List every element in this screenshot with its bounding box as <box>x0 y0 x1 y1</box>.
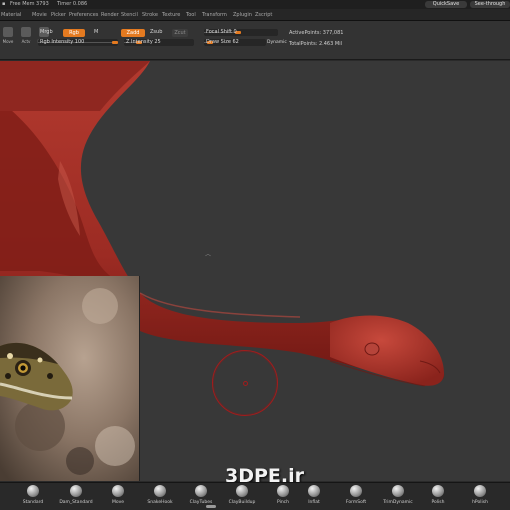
brush-inflat-icon <box>308 485 320 497</box>
quicksave-button[interactable]: QuickSave <box>425 1 467 8</box>
menu-item-material[interactable]: Material <box>1 9 21 21</box>
rgb-intensity-label: Rgb Intensity 100 <box>40 39 85 45</box>
brush-shelf-handle[interactable] <box>206 505 216 508</box>
brush-move[interactable]: Move <box>99 484 137 510</box>
zadd-toggle[interactable]: Zadd <box>121 29 145 37</box>
brush-standard-label: Standard <box>22 500 44 505</box>
menu-item-preferences[interactable]: Preferences <box>69 9 98 21</box>
menu-item-stencil[interactable]: Stencil <box>121 9 138 21</box>
mrgb-toggle[interactable]: Mrgb <box>40 29 53 36</box>
brush-inflat[interactable]: Inflat <box>295 484 333 510</box>
free-mem-readout: Free Mem 3793 <box>10 1 49 7</box>
z-intensity-label: Z Intensity 25 <box>126 39 161 45</box>
dynamic-toggle[interactable]: Dynamic <box>267 39 287 46</box>
zcut-toggle[interactable]: Zcut <box>172 29 188 37</box>
move-tool-label: Move <box>2 39 14 44</box>
brush-claybuildup-icon <box>236 485 248 497</box>
brush-snakehook-icon <box>154 485 166 497</box>
brush-pinch-icon <box>277 485 289 497</box>
brush-cursor-center <box>243 381 248 386</box>
m-toggle[interactable]: M <box>94 29 98 36</box>
zsub-toggle[interactable]: Zsub <box>150 29 162 36</box>
brush-dam-standard-icon <box>70 485 82 497</box>
document-viewport[interactable]: ︿ 3DPE.ir <box>0 61 510 487</box>
menu-item-transform[interactable]: Transform <box>202 9 227 21</box>
draw-size-label: Draw Size 62 <box>206 39 239 45</box>
brush-formsoft-icon <box>350 485 362 497</box>
brush-dam-standard[interactable]: Dam_Standard <box>57 484 95 510</box>
brush-standard-icon <box>27 485 39 497</box>
timer-readout: Timer 0.086 <box>57 1 88 7</box>
menu-item-zscript[interactable]: Zscript <box>255 9 272 21</box>
scale-tool-button[interactable]: Actv <box>18 25 34 47</box>
brush-formsoft-label: FormSoft <box>345 500 367 505</box>
brush-polish[interactable]: Polish <box>419 484 457 510</box>
menu-item-zplugin[interactable]: Zplugin <box>233 9 252 21</box>
brush-snakehook-label: SnakeHook <box>147 500 173 505</box>
menu-item-render[interactable]: Render <box>101 9 119 21</box>
reference-snake-photo <box>0 276 140 481</box>
brush-cursor <box>212 350 278 416</box>
move-icon <box>3 27 13 37</box>
move-tool-button[interactable]: Move <box>0 25 16 47</box>
brush-move-label: Move <box>111 500 125 505</box>
focal-shift-slider[interactable]: Focal Shift 0 <box>204 29 278 36</box>
brush-hpolish-icon <box>474 485 486 497</box>
brush-polish-label: Polish <box>431 500 445 505</box>
brush-claybuildup[interactable]: ClayBuildup <box>223 484 261 510</box>
menu-item-tool[interactable]: Tool <box>186 9 196 21</box>
brush-polish-icon <box>432 485 444 497</box>
rgb-toggle[interactable]: Rgb <box>63 29 85 37</box>
brush-snakehook[interactable]: SnakeHook <box>141 484 179 510</box>
menu-item-texture[interactable]: Texture <box>162 9 180 21</box>
brush-claybuildup-label: ClayBuildup <box>228 500 256 505</box>
brush-claytubes-label: ClayTubes <box>189 500 213 505</box>
brush-inflat-label: Inflat <box>308 500 320 505</box>
rgb-intensity-knob <box>112 41 118 44</box>
focal-shift-label: Focal Shift 0 <box>206 29 237 35</box>
brush-standard[interactable]: Standard <box>14 484 52 510</box>
status-separator: ▪ <box>2 1 6 7</box>
top-shelf: Move Actv Rotate Mrgb Rgb M Zadd Zsub Zc… <box>0 21 510 60</box>
total-points-readout: TotalPoints: 2.463 Mil <box>289 41 342 47</box>
scale-tool-label: Actv <box>21 39 31 44</box>
brush-move-icon <box>112 485 124 497</box>
brush-trimdynamic[interactable]: TrimDynamic <box>379 484 417 510</box>
menu-bar: Material Movie Picker Preferences Render… <box>0 9 510 21</box>
brush-hpolish-label: hPolish <box>472 500 488 505</box>
status-bar: ▪ Free Mem 3793 Timer 0.086 QuickSave Se… <box>0 0 510 9</box>
see-through-slider[interactable]: See-through <box>470 1 510 8</box>
scale-icon <box>21 27 31 37</box>
active-points-readout: ActivePoints: 377,081 <box>289 30 344 36</box>
zbrush-window: ▪ Free Mem 3793 Timer 0.086 QuickSave Se… <box>0 0 510 510</box>
brush-formsoft[interactable]: FormSoft <box>337 484 375 510</box>
brush-trimdynamic-label: TrimDynamic <box>383 500 413 505</box>
z-intensity-slider[interactable]: Z Intensity 25 <box>124 39 194 46</box>
dock-collapse-icon[interactable]: ︿ <box>205 249 211 258</box>
brush-hpolish[interactable]: hPolish <box>461 484 499 510</box>
menu-item-stroke[interactable]: Stroke <box>142 9 158 21</box>
brush-shelf: Standard Dam_Standard Move SnakeHook Cla… <box>0 482 510 510</box>
brush-trimdynamic-icon <box>392 485 404 497</box>
menu-item-picker[interactable]: Picker <box>51 9 66 21</box>
menu-item-movie[interactable]: Movie <box>32 9 47 21</box>
rgb-intensity-slider[interactable]: Rgb Intensity 100 <box>38 39 118 46</box>
brush-dam-standard-label: Dam_Standard <box>59 500 93 505</box>
draw-size-slider[interactable]: Draw Size 62 <box>204 39 266 46</box>
brush-claytubes-icon <box>195 485 207 497</box>
